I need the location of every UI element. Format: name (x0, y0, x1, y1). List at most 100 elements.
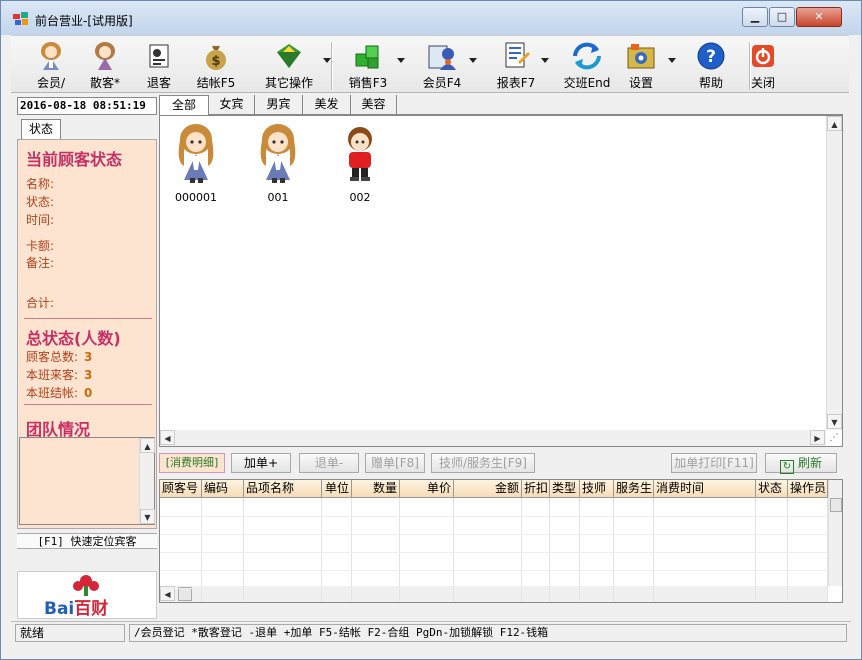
table-row[interactable] (160, 570, 828, 571)
grid-column (400, 498, 454, 602)
toolbar-settings-button[interactable]: 设置 (621, 40, 661, 92)
girl-walkin-icon (89, 40, 121, 72)
logo-flower-icon (73, 575, 99, 596)
assign-staff-button[interactable]: 技师/服务生[F9] (431, 453, 535, 473)
grid-column-header[interactable]: 顾客号 (160, 480, 202, 498)
dropdown-arrow-icon[interactable] (541, 58, 549, 63)
grid-column-header[interactable]: 金额 (454, 480, 522, 498)
tab-4[interactable]: 美容 (351, 95, 397, 115)
scroll-left-icon[interactable]: ◀ (160, 430, 175, 445)
tab-0[interactable]: 全部 (159, 95, 209, 115)
guest-tile[interactable]: 002 (332, 122, 388, 204)
scroll-down-icon[interactable]: ▼ (140, 509, 155, 524)
shift-handover-icon (571, 40, 603, 72)
svg-text:$: $ (211, 54, 220, 69)
grid-column-header[interactable]: 编码 (202, 480, 244, 498)
guest-id: 001 (267, 191, 289, 204)
female-guest-icon (172, 124, 220, 187)
guest-area-hscrollbar[interactable]: ◀ ▶ (160, 430, 826, 446)
toolbar-checkout-guest-button[interactable]: 退客 (141, 40, 177, 92)
guest-area-vscrollbar[interactable]: ▲ ▼ (826, 116, 842, 430)
scroll-thumb[interactable] (830, 498, 842, 512)
title-bar[interactable]: 前台营业-[试用版] ▁ □ ✕ (1, 1, 861, 35)
grid-column-header[interactable]: 数量 (352, 480, 400, 498)
add-order-button[interactable]: 加单+ (231, 453, 291, 473)
action-button-bar: [消费明细] 加单+ 退单- 赠单[F8] 技师/服务生[F9] 加单打印[F1… (159, 451, 843, 475)
toolbar-girl-member-button[interactable]: 会员/ (25, 40, 77, 92)
grid-column-header[interactable]: 服务生 (614, 480, 654, 498)
print-order-button[interactable]: 加单打印[F11] (671, 453, 757, 473)
card-label: 卡额: (26, 239, 55, 253)
toolbar-help-button[interactable]: ? 帮助 (691, 40, 731, 92)
toolbar-label: 设置 (628, 76, 653, 90)
table-row[interactable] (160, 534, 828, 535)
dropdown-arrow-icon[interactable] (668, 58, 676, 63)
grid-column (550, 498, 580, 602)
gift-order-button[interactable]: 赠单[F8] (365, 453, 425, 473)
dropdown-arrow-icon[interactable] (469, 58, 477, 63)
tab-status[interactable]: 状态 (21, 119, 61, 139)
grid-column-header[interactable]: 单价 (400, 480, 454, 498)
grid-column (454, 498, 522, 602)
logo-text: Bai百财 (44, 599, 109, 619)
scroll-up-icon[interactable]: ▲ (827, 116, 842, 131)
refresh-button[interactable]: ↻ 刷新 (765, 453, 837, 474)
window-title: 前台营业-[试用版] (35, 14, 133, 28)
grid-column-header[interactable]: 操作员 (788, 480, 828, 498)
guest-area[interactable]: ▲ ▼ ◀ ▶ ⋰ 000001 001 002 (159, 115, 843, 447)
cancel-order-button[interactable]: 退单- (299, 453, 359, 473)
grid-column-header[interactable]: 折扣 (522, 480, 550, 498)
checkout-guest-icon (143, 40, 175, 72)
toolbar-label: 销售F3 (348, 76, 388, 90)
divider (24, 404, 152, 405)
toolbar-label: 结帐F5 (196, 76, 236, 90)
toolbar-green-cubes-button[interactable]: 销售F3 (341, 40, 395, 92)
grid-column-header[interactable]: 消费时间 (654, 480, 756, 498)
toolbar-diamond-button[interactable]: 其它操作 (259, 40, 319, 92)
grid-column (654, 498, 756, 602)
toolbar-report-button[interactable]: 报表F7 (487, 40, 545, 92)
shift-checkout-value: 0 (84, 386, 93, 400)
consumption-grid[interactable]: 顾客号 编码 品项名称 单位 数量 单价 金额 折扣 类型 技师 服务生 消费时间 状态 操作员 ◀ (159, 479, 843, 603)
scroll-up-icon[interactable]: ▲ (140, 438, 155, 453)
tab-3[interactable]: 美发 (303, 95, 351, 115)
shift-checkout-label: 本班结帐: (26, 386, 79, 400)
divider (24, 318, 152, 319)
grid-column (352, 498, 400, 602)
team-list[interactable]: ▲ ▼ (19, 437, 155, 525)
grid-column (788, 498, 828, 602)
grid-column-header[interactable]: 单位 (322, 480, 352, 498)
tab-1[interactable]: 女宾 (209, 95, 255, 115)
main-window: 前台营业-[试用版] ▁ □ ✕ 会员/散客* 退客 $ 结帐F5 其它操作 销售F3 会员… (0, 0, 862, 660)
tab-2[interactable]: 男宾 (255, 95, 303, 115)
table-row[interactable] (160, 588, 828, 589)
diamond-icon (273, 40, 305, 72)
minimize-button[interactable]: ▁ (742, 7, 768, 27)
grid-vscrollbar[interactable] (828, 480, 842, 586)
refresh-icon: ↻ (779, 460, 794, 474)
scroll-right-icon[interactable]: ▶ (810, 430, 825, 445)
team-list-scrollbar[interactable]: ▲ ▼ (139, 438, 155, 524)
scroll-down-icon[interactable]: ▼ (827, 414, 842, 429)
dropdown-arrow-icon[interactable] (323, 58, 331, 63)
maximize-button[interactable]: □ (769, 7, 795, 27)
resize-grip-icon[interactable]: ⋰ (827, 431, 841, 445)
close-window-button[interactable]: ✕ (796, 7, 842, 27)
toolbar-girl-walkin-button[interactable]: 散客* (87, 40, 123, 92)
dropdown-arrow-icon[interactable] (397, 58, 405, 63)
current-status-heading: 当前顾客状态 (26, 150, 123, 169)
toolbar-member-card-button[interactable]: 会员F4 (415, 40, 469, 92)
table-row[interactable] (160, 516, 828, 517)
grid-header: 顾客号 编码 品项名称 单位 数量 单价 金额 折扣 类型 技师 服务生 消费时间 状态 操作员 (160, 480, 828, 498)
grid-column-header[interactable]: 类型 (550, 480, 580, 498)
guest-tile[interactable]: 000001 (168, 122, 224, 204)
grid-column-header[interactable]: 品项名称 (244, 480, 322, 498)
table-row[interactable] (160, 552, 828, 553)
toolbar-label: 其它操作 (264, 76, 313, 90)
quick-locate-button[interactable]: [F1] 快速定位宾客 (17, 533, 157, 549)
toolbar-shift-handover-button[interactable]: 交班End (557, 40, 617, 92)
grid-column-header[interactable]: 状态 (756, 480, 788, 498)
grid-column-header[interactable]: 技师 (580, 480, 614, 498)
toolbar-money-bag-button[interactable]: $ 结帐F5 (191, 40, 241, 92)
guest-tile[interactable]: 001 (250, 122, 306, 204)
